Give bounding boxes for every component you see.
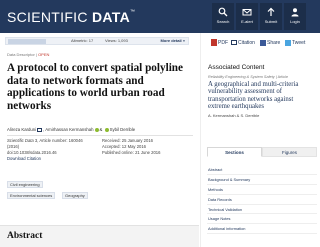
section-link-methods[interactable]: Methods	[207, 185, 317, 195]
twitter-share-button[interactable]: Tweet	[285, 38, 305, 48]
twitter-icon	[285, 39, 291, 46]
associated-article-link[interactable]: A geographical and multi-criteria vulner…	[208, 81, 316, 111]
pdf-icon	[211, 39, 217, 47]
associated-content-meta: Reliability Engineering & System Safety …	[208, 75, 289, 79]
subject-tag[interactable]: Geography	[62, 192, 88, 199]
column-divider	[200, 33, 201, 247]
abstract-heading: Abstract	[7, 231, 43, 241]
author-link[interactable]: Alireza Karduni	[7, 127, 36, 132]
section-link-data-records[interactable]: Data Records	[207, 195, 317, 205]
published-label: Published online:	[102, 150, 134, 155]
section-link-technical-validation[interactable]: Technical Validation	[207, 205, 317, 215]
arrow-up-icon	[267, 7, 275, 16]
published-date-row: Published online: 21 June 2016	[102, 150, 198, 156]
download-citation-link[interactable]: Download Citation	[7, 156, 107, 162]
citation-label: Citation	[238, 40, 255, 46]
associated-article-authors: A. Kermanshah & S. Derrible	[208, 113, 260, 118]
associated-content-heading: Associated Content	[208, 64, 265, 71]
more-detail-link[interactable]: More detail »	[161, 38, 185, 44]
section-nav-list: Abstract Background & Summary Methods Da…	[207, 165, 317, 235]
email-icon[interactable]	[37, 128, 43, 132]
article-tools: PDF Citation Share Tweet	[211, 38, 315, 48]
section-link-additional-information[interactable]: Additional information	[207, 224, 317, 235]
logo-trademark: ™	[130, 9, 136, 15]
section-link-background[interactable]: Background & Summary	[207, 175, 317, 185]
submit-button[interactable]: Submit	[260, 3, 282, 30]
citation-number: 3, Article number: 160046	[33, 138, 83, 143]
received-date: 25 January 2016	[121, 138, 153, 143]
search-icon	[218, 7, 228, 17]
e-alert-button[interactable]: E-alert	[236, 3, 258, 30]
section-link-usage-notes[interactable]: Usage Notes	[207, 214, 317, 225]
author-link[interactable]: Amirhassan Kermanshah	[45, 127, 93, 132]
accepted-label: Accepted:	[102, 144, 121, 149]
associated-type: Article	[277, 75, 289, 79]
twitter-share-label: Tweet	[292, 40, 306, 46]
subject-tag[interactable]: Civil engineering	[7, 181, 43, 188]
author-link[interactable]: Sybil Derrible	[110, 127, 136, 132]
e-alert-label: E-alert	[241, 19, 253, 24]
login-label: Login	[290, 19, 300, 24]
facebook-share-button[interactable]: Share	[260, 38, 280, 48]
article-type-line: Data Descriptor | OPEN	[7, 52, 49, 57]
author-list: Alireza Karduni, Amirhassan Kermanshah & …	[7, 127, 136, 132]
citation-info: Scientific Data 3, Article number: 16004…	[7, 138, 107, 162]
views-count: Views: 1,093	[105, 38, 128, 43]
divider	[7, 135, 193, 136]
associated-journal: Reliability Engineering & System Safety	[208, 75, 275, 79]
login-button[interactable]: Login	[284, 3, 306, 30]
subject-tag[interactable]: Environmental sciences	[7, 192, 56, 199]
submit-label: Submit	[264, 19, 278, 24]
abstract-section-header: Abstract	[0, 225, 199, 247]
altmetric-score: Altmetric: 17	[71, 38, 94, 43]
received-label: Received:	[102, 138, 121, 143]
logo-text-bold: DATA	[91, 9, 130, 25]
site-logo[interactable]: SCIENTIFIC DATA™	[7, 9, 135, 25]
publication-dates: Received: 25 January 2016 Accepted: 12 M…	[102, 138, 198, 156]
logo-text-light: SCIENTIFIC	[7, 9, 92, 25]
facebook-share-label: Share	[267, 40, 281, 46]
published-date: 21 June 2016	[135, 150, 161, 155]
article-title: A protocol to convert spatial polyline d…	[7, 62, 183, 112]
search-label: Search	[216, 19, 230, 24]
orcid-icon[interactable]	[94, 127, 99, 132]
tab-sections[interactable]: Sections	[207, 147, 262, 157]
pdf-label: PDF	[218, 40, 228, 46]
facebook-icon	[260, 39, 266, 46]
section-link-abstract[interactable]: Abstract	[207, 165, 317, 175]
orcid-icon[interactable]	[104, 127, 109, 132]
mail-icon	[242, 9, 252, 16]
accepted-date: 12 May 2016	[121, 144, 147, 149]
user-icon	[291, 8, 299, 17]
citation-link[interactable]: Citation	[231, 38, 255, 48]
tab-figures[interactable]: Figures	[262, 147, 317, 157]
journal-name: Scientific Data	[7, 138, 34, 143]
site-header: SCIENTIFIC DATA™ Search E-alert Submit L…	[0, 0, 320, 33]
search-button[interactable]: Search	[212, 3, 234, 30]
open-access-badge: OPEN	[38, 52, 50, 57]
citation-icon	[231, 40, 237, 46]
pdf-link[interactable]: PDF	[211, 38, 228, 48]
altmetric-badge[interactable]	[8, 38, 46, 44]
sidebar-tabs: Sections Figures	[207, 147, 317, 157]
article-type: Data Descriptor	[7, 52, 35, 57]
article-metrics-bar: Altmetric: 17 Views: 1,093 More detail »	[5, 37, 189, 45]
